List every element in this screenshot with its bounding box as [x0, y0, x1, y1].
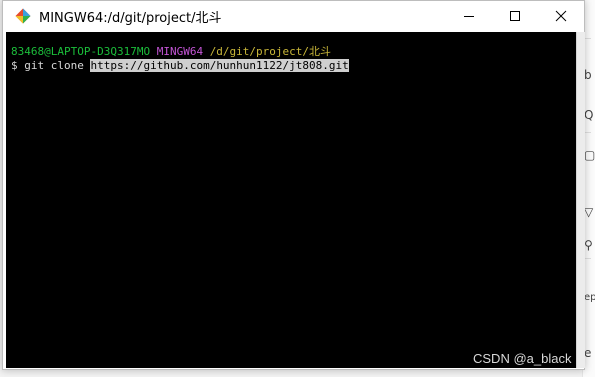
title-bar[interactable]: MINGW64:/d/git/project/北斗 [3, 1, 584, 31]
close-button[interactable] [538, 1, 584, 31]
minimize-button[interactable] [446, 1, 492, 31]
window-title: MINGW64:/d/git/project/北斗 [39, 11, 222, 26]
command-line: $ git clone https://github.com/hunhun112… [11, 59, 349, 73]
background-glyph: e [584, 346, 592, 360]
selected-url[interactable]: https://github.com/hunhun1122/jt808.git [90, 59, 349, 72]
git-for-windows-icon [15, 8, 31, 24]
prompt-user-host: 83468@LAPTOP-D3Q317MO [11, 45, 151, 58]
maximize-icon [510, 11, 520, 21]
background-glyph: Q [584, 108, 594, 122]
background-glyph: ⚲ [584, 238, 593, 252]
prompt-system: MINGW64 [156, 45, 204, 58]
command-text: $ git clone [11, 59, 91, 72]
background-glyph: ▢ [584, 148, 595, 162]
terminal-area[interactable]: 83468@LAPTOP-D3Q317MO MINGW64 /d/git/pro… [6, 32, 576, 368]
close-icon [555, 10, 567, 22]
maximize-button[interactable] [492, 1, 538, 31]
prompt-path: /d/git/project/北斗 [209, 45, 332, 58]
background-glyph: ▽ [584, 205, 594, 219]
minimize-icon [464, 16, 474, 17]
csdn-watermark: CSDN @a_black [473, 351, 572, 366]
background-glyph: ep [584, 292, 595, 303]
terminal-scrollbar[interactable] [576, 32, 585, 368]
mintty-window: MINGW64:/d/git/project/北斗 83468@LAPTOP-D… [2, 0, 585, 370]
prompt-line: 83468@LAPTOP-D3Q317MO MINGW64 /d/git/pro… [11, 45, 331, 59]
background-glyph: b [584, 68, 592, 82]
